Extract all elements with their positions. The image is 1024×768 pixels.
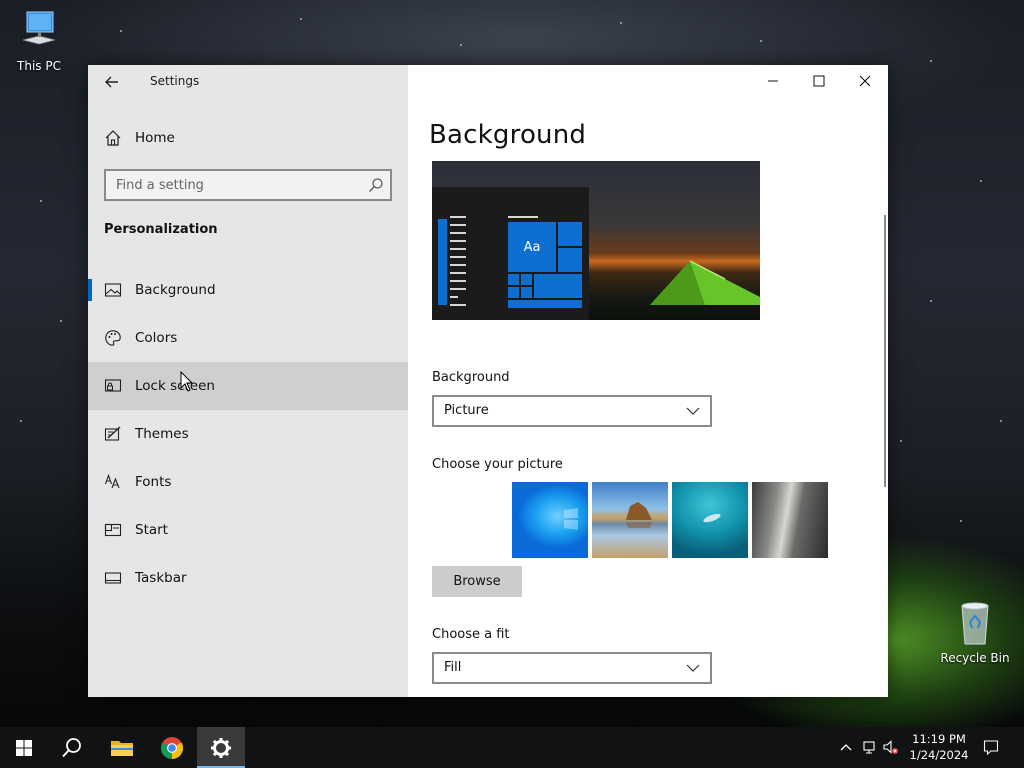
- settings-window: Settings Home Personalization Background: [88, 65, 888, 697]
- minimize-button[interactable]: [750, 65, 796, 97]
- windows-logo-icon: [564, 508, 578, 530]
- window-title: Settings: [150, 74, 200, 88]
- themes-icon: [104, 426, 121, 441]
- network-icon[interactable]: [862, 739, 878, 755]
- browse-button[interactable]: Browse: [432, 566, 522, 597]
- settings-nav-pane: Settings Home Personalization Background: [88, 65, 408, 697]
- windows-logo-icon: [16, 739, 32, 756]
- choose-fit-label: Choose a fit: [432, 627, 510, 642]
- picture-thumbnail[interactable]: [752, 482, 828, 558]
- page-title: Background: [429, 120, 587, 150]
- settings-taskbar-button[interactable]: [197, 727, 245, 768]
- desktop-icon-recycle-bin[interactable]: Recycle Bin: [940, 600, 1010, 665]
- nav-item-label: Lock screen: [135, 378, 215, 394]
- desktop-icon-this-pc[interactable]: This PC: [4, 10, 74, 73]
- mouse-cursor-icon: [180, 371, 194, 392]
- back-arrow-icon: [105, 76, 118, 88]
- taskbar: 11:19 PM 1/24/2024: [0, 727, 1024, 768]
- picture-thumbnail[interactable]: [672, 482, 748, 558]
- minimize-icon: [768, 80, 778, 82]
- search-box[interactable]: [104, 169, 392, 201]
- swimmer-image: [703, 513, 721, 523]
- back-button[interactable]: [100, 71, 124, 93]
- system-clock[interactable]: 11:19 PM 1/24/2024: [904, 731, 974, 763]
- clock-time: 11:19 PM: [912, 732, 966, 746]
- content-scrollbar[interactable]: [884, 215, 886, 487]
- maximize-icon: [813, 75, 825, 87]
- nav-item-label: Background: [135, 282, 216, 298]
- nav-item-colors[interactable]: Colors: [88, 314, 408, 362]
- volume-muted-icon[interactable]: [882, 739, 898, 755]
- picture-icon: [104, 283, 122, 297]
- folder-icon: [111, 740, 133, 756]
- taskbar-icon: [104, 572, 122, 584]
- picture-thumbnail[interactable]: [592, 482, 668, 558]
- nav-item-themes[interactable]: Themes: [88, 410, 408, 458]
- close-icon: [859, 75, 871, 87]
- selection-indicator: [88, 279, 92, 301]
- background-preview: Aa: [432, 161, 760, 320]
- nav-item-fonts[interactable]: Fonts: [88, 458, 408, 506]
- chevron-down-icon: [686, 407, 700, 415]
- fonts-icon: [104, 473, 120, 489]
- nav-item-background[interactable]: Background: [88, 266, 408, 314]
- recycle-bin-icon: [961, 602, 989, 645]
- nav-item-taskbar[interactable]: Taskbar: [88, 554, 408, 602]
- nav-item-lock-screen[interactable]: Lock screen: [88, 362, 408, 410]
- preview-sidebar-strip: [438, 219, 447, 305]
- search-button[interactable]: [48, 727, 96, 768]
- nav-item-label: Taskbar: [135, 570, 187, 586]
- background-dropdown[interactable]: Picture: [432, 395, 712, 427]
- palette-icon: [105, 330, 121, 346]
- start-icon: [104, 523, 122, 537]
- file-explorer-button[interactable]: [98, 727, 146, 768]
- home-icon: [105, 130, 121, 146]
- tent-icon: [650, 260, 760, 305]
- notification-icon[interactable]: [983, 739, 999, 755]
- maximize-button[interactable]: [796, 65, 842, 97]
- gear-icon: [211, 737, 231, 758]
- section-title: Personalization: [104, 222, 218, 237]
- chevron-up-icon[interactable]: [838, 739, 854, 755]
- close-button[interactable]: [842, 65, 888, 97]
- choose-picture-label: Choose your picture: [432, 457, 563, 472]
- search-icon: [62, 737, 81, 757]
- nav-home-label: Home: [135, 130, 175, 146]
- fit-dropdown[interactable]: Fill: [432, 652, 712, 684]
- picture-thumbnails: [512, 482, 828, 558]
- lock-screen-icon: [104, 379, 122, 392]
- nav-item-start[interactable]: Start: [88, 506, 408, 554]
- search-icon[interactable]: [368, 177, 384, 193]
- rock-arch-image: [626, 502, 652, 528]
- nav-home[interactable]: Home: [88, 123, 408, 153]
- clock-date: 1/24/2024: [909, 748, 969, 762]
- background-dropdown-value: Picture: [444, 403, 489, 418]
- preview-tile: Aa: [508, 222, 556, 272]
- nav-item-label: Fonts: [135, 474, 172, 490]
- desktop-icon-label: Recycle Bin: [940, 651, 1010, 665]
- settings-content-pane: Background Aa Background Picture Choose …: [408, 65, 888, 697]
- chevron-down-icon: [686, 664, 700, 672]
- start-button[interactable]: [0, 727, 48, 768]
- fit-dropdown-value: Fill: [444, 660, 462, 675]
- desktop-icon-label: This PC: [17, 59, 61, 73]
- search-input[interactable]: [106, 171, 356, 199]
- nav-item-label: Themes: [135, 426, 189, 442]
- chrome-icon: [161, 736, 183, 759]
- picture-thumbnail[interactable]: [512, 482, 588, 558]
- nav-item-label: Start: [135, 522, 168, 538]
- nav-item-label: Colors: [135, 330, 178, 346]
- background-label: Background: [432, 370, 510, 385]
- chrome-button[interactable]: [148, 727, 196, 768]
- computer-icon: [22, 11, 56, 45]
